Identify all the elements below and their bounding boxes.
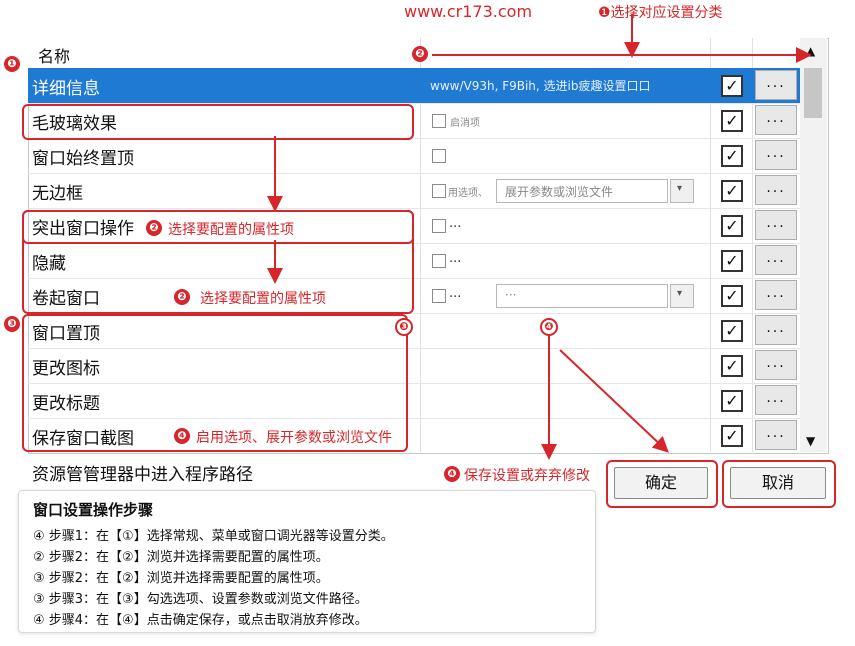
badge-1: ❶ [4, 56, 20, 72]
badge-2: ❷ [146, 220, 162, 236]
badge-4: ❹ [174, 428, 190, 444]
annotation-save-discard: 保存设置或弃弃修改 [464, 468, 590, 484]
badge-2: ❷ [412, 46, 428, 62]
steps-panel: 窗口设置操作步骤 ④ 步骤1：在【①】选择常规、菜单或窗口调光器等设置分类。 ②… [18, 490, 596, 633]
annotation-select-attr: 选择要配置的属性项 [168, 222, 294, 238]
badge-2: ❷ [174, 289, 190, 305]
step-line: ④ 步骤4：在【④】点击确定保存，或点击取消放弃修改。 [33, 613, 368, 628]
step-line: ④ 步骤1：在【①】选择常规、菜单或窗口调光器等设置分类。 [33, 529, 394, 544]
annotation-enable-options: 启用选项、展开参数或浏览文件 [196, 430, 392, 446]
step-line: ③ 步骤3：在【③】勾选选项、设置参数或浏览文件路径。 [33, 592, 368, 607]
annotation-select-attr: 选择要配置的属性项 [200, 291, 326, 307]
steps-title: 窗口设置操作步骤 [33, 501, 154, 519]
badge-4-outline: ❹ [540, 318, 558, 336]
badge-3-outline: ❸ [395, 318, 413, 336]
step-line: ③ 步骤2：在【②】浏览并选择需要配置的属性项。 [33, 571, 329, 586]
step-line: ② 步骤2：在【②】浏览并选择需要配置的属性项。 [33, 550, 329, 565]
badge-3: ❸ [4, 316, 20, 332]
badge-4: ❹ [444, 466, 460, 482]
